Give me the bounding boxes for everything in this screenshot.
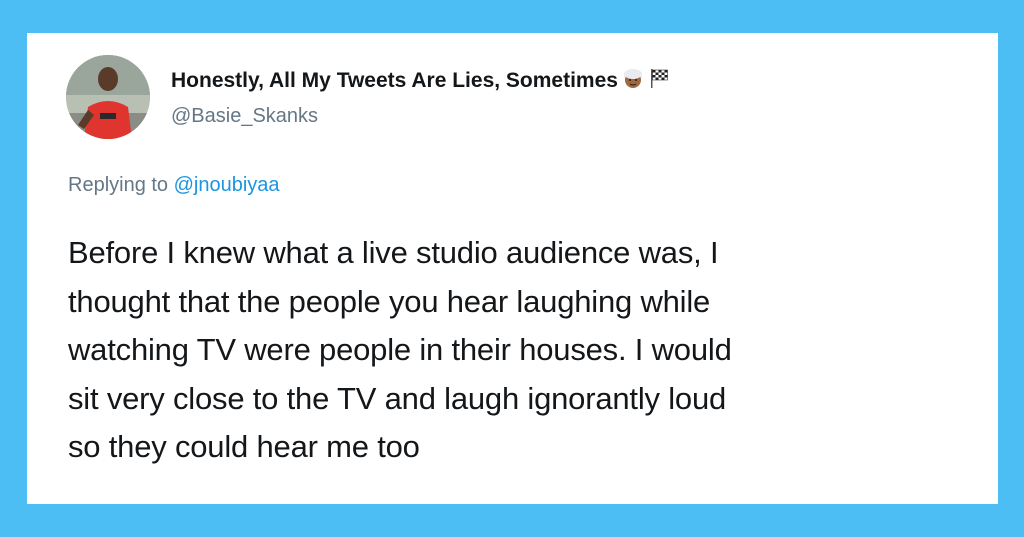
tweet-text-line: sit very close to the TV and laugh ignor… bbox=[68, 380, 727, 416]
display-name[interactable]: Honestly, All My Tweets Are Lies, Someti… bbox=[171, 67, 670, 95]
tweet-text-line: Before I knew what a live studio audienc… bbox=[68, 235, 719, 270]
tweet-text-line: so they could hear me too bbox=[68, 429, 420, 464]
replying-to-line: Replying to @jnoubiyaa bbox=[68, 174, 280, 197]
display-name-text: Honestly, All My Tweets Are Lies, Someti… bbox=[171, 69, 618, 92]
tweet-text-line: thought that the people you hear laughin… bbox=[68, 283, 711, 319]
tweet-text: Before I knew what a live studio audienc… bbox=[68, 229, 968, 472]
avatar[interactable] bbox=[66, 55, 150, 139]
chequered-flag-emoji bbox=[648, 67, 670, 95]
replying-prefix: Replying to bbox=[68, 174, 169, 196]
tweet-text-line: watching TV were people in their houses.… bbox=[68, 332, 732, 367]
replying-to-mention-link[interactable]: @jnoubiyaa bbox=[174, 174, 280, 196]
man-with-turban-emoji bbox=[622, 67, 644, 95]
tweet-card: Honestly, All My Tweets Are Lies, Someti… bbox=[27, 33, 998, 504]
user-handle[interactable]: @Basie_Skanks bbox=[171, 105, 318, 128]
